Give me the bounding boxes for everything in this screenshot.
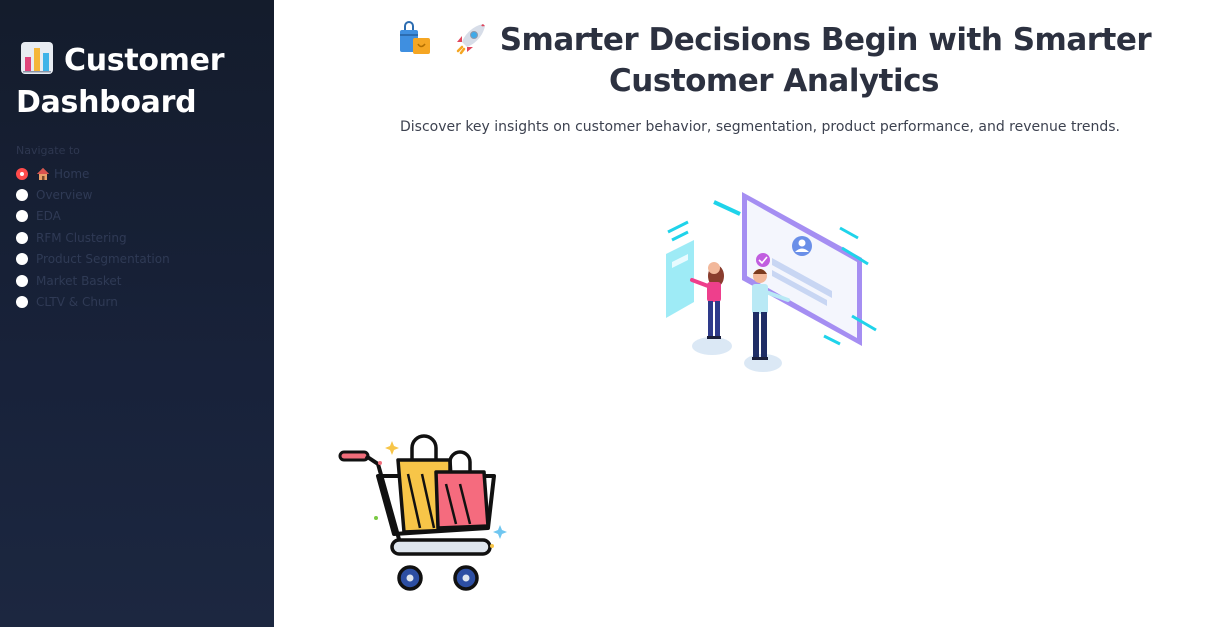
page-title-text: Smarter Decisions Begin with Smarter Cus… bbox=[499, 22, 1152, 99]
page-title: Smarter Decisions Begin with Smarter Cus… bbox=[334, 20, 1214, 102]
nav-item-rfm-clustering[interactable]: RFM Clustering bbox=[16, 227, 258, 248]
nav-item-eda[interactable]: EDA bbox=[16, 206, 258, 227]
nav-item-label: EDA bbox=[36, 209, 61, 224]
radio-icon[interactable] bbox=[16, 231, 28, 244]
nav-label: Navigate to bbox=[16, 144, 80, 157]
radio-icon[interactable] bbox=[16, 274, 28, 287]
analytics-illustration bbox=[666, 192, 877, 372]
radio-selected-icon[interactable] bbox=[16, 167, 28, 180]
shopping-bags-icon bbox=[399, 21, 430, 54]
radio-icon[interactable] bbox=[16, 189, 28, 202]
nav-item-label: Overview bbox=[36, 188, 93, 203]
nav-item-product-segmentation[interactable]: Product Segmentation bbox=[16, 249, 258, 270]
bar-chart-icon bbox=[21, 42, 53, 74]
nav-item-label: CLTV & Churn bbox=[36, 295, 118, 310]
radio-icon[interactable] bbox=[16, 296, 28, 309]
rocket-icon bbox=[457, 24, 486, 55]
sidebar-title: Customer Dashboard bbox=[16, 40, 258, 124]
sidebar: Customer Dashboard Navigate to Home Over… bbox=[0, 0, 274, 627]
shopping-cart-illustration bbox=[338, 434, 507, 591]
radio-icon[interactable] bbox=[16, 253, 28, 266]
nav-item-label: Product Segmentation bbox=[36, 252, 170, 267]
nav-item-label: Market Basket bbox=[36, 273, 122, 288]
nav-item-label: RFM Clustering bbox=[36, 230, 127, 245]
nav-item-overview[interactable]: Overview bbox=[16, 184, 258, 205]
radio-icon[interactable] bbox=[16, 210, 28, 223]
nav-item-label: Home bbox=[54, 166, 90, 181]
house-icon bbox=[37, 167, 49, 180]
nav-item-cltv-churn[interactable]: CLTV & Churn bbox=[16, 291, 258, 312]
nav-item-market-basket[interactable]: Market Basket bbox=[16, 270, 258, 291]
page-subtitle: Discover key insights on customer behavi… bbox=[399, 119, 1120, 135]
nav-radio-group: Home Overview EDA RFM Clustering Product… bbox=[16, 163, 258, 313]
main-content: Smarter Decisions Begin with Smarter Cus… bbox=[274, 0, 1223, 627]
nav-item-home[interactable]: Home bbox=[16, 163, 258, 184]
